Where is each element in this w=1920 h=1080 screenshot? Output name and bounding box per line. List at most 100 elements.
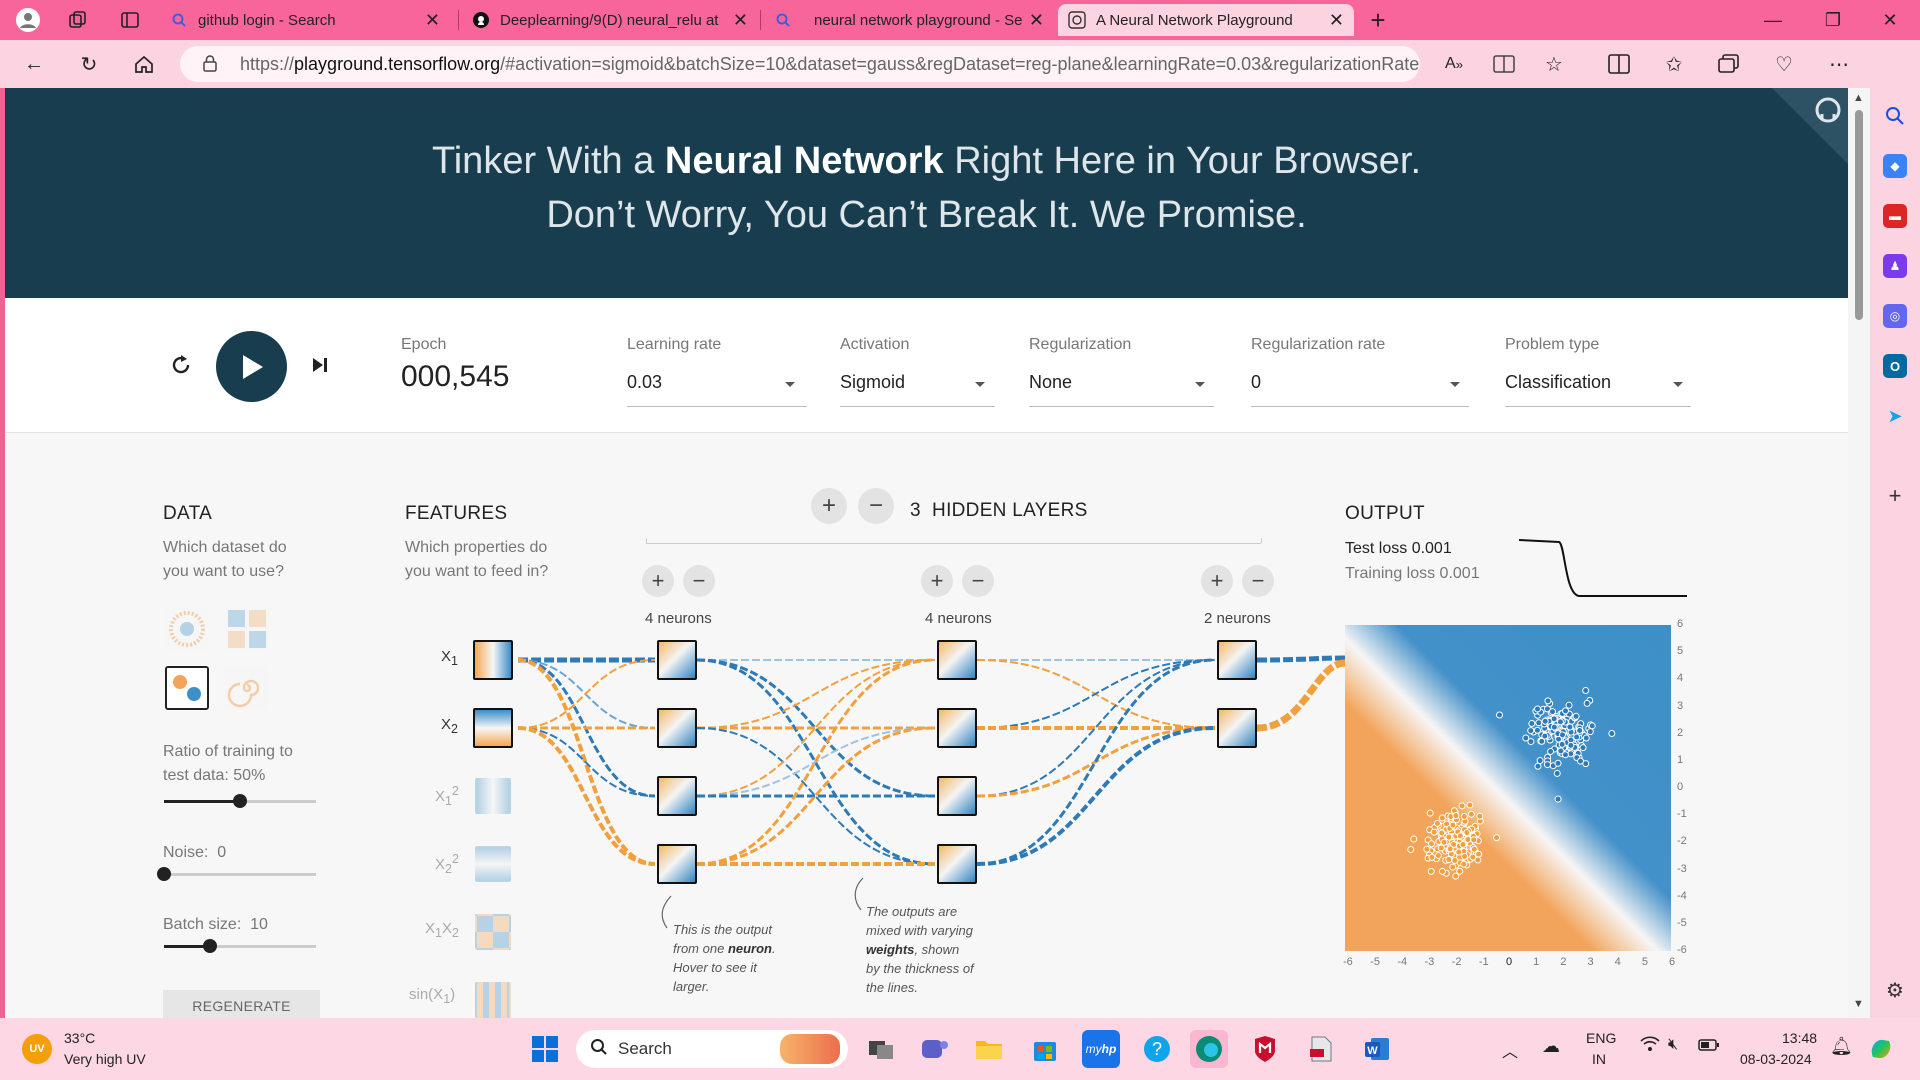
add-neuron-button[interactable]: + [921, 565, 953, 597]
page-scrollbar[interactable]: ▲ ▼ [1848, 88, 1870, 1018]
tab-neural-network-playground[interactable]: A Neural Network Playground ✕ [1058, 4, 1354, 36]
new-tab-icon[interactable]: + [1360, 4, 1396, 36]
meet-icon[interactable] [916, 1030, 954, 1068]
neuron[interactable] [937, 776, 977, 816]
regenerate-button[interactable]: REGENERATE [163, 990, 320, 1018]
word-icon[interactable]: W [1358, 1030, 1396, 1068]
neuron[interactable] [1217, 708, 1257, 748]
toolbox-icon[interactable]: ▬ [1883, 204, 1907, 228]
tab-playground-search[interactable]: neural network playground - Sea ✕ [764, 4, 1054, 36]
feature-x2-node[interactable] [473, 708, 513, 748]
edge-browser-icon[interactable] [1190, 1030, 1228, 1068]
neuron[interactable] [657, 640, 697, 680]
pdf-reader-icon[interactable] [1302, 1030, 1340, 1068]
volume-muted-icon[interactable]: 🔇︎ [1668, 1036, 1678, 1054]
learning-rate-select[interactable]: 0.03 [627, 372, 662, 393]
neuron[interactable] [657, 708, 697, 748]
tab-github-repo[interactable]: Deeplearning/9(D) neural_relu at ✕ [462, 4, 758, 36]
remove-layer-button[interactable]: − [858, 488, 894, 524]
add-neuron-button[interactable]: + [642, 565, 674, 597]
scroll-down-arrow-icon[interactable]: ▼ [1853, 998, 1864, 1010]
myhp-icon[interactable]: my hp [1082, 1030, 1120, 1068]
url-field[interactable]: https://playground.tensorflow.org/#activ… [180, 46, 1420, 82]
ratio-slider-handle[interactable] [233, 794, 247, 808]
feature-x1-node[interactable] [473, 640, 513, 680]
copilot-icon[interactable]: ◎ [1883, 304, 1907, 328]
mcafee-icon[interactable] [1246, 1030, 1284, 1068]
dataset-gauss-thumb[interactable] [165, 666, 209, 710]
minimize-icon[interactable]: — [1743, 0, 1803, 40]
scroll-up-arrow-icon[interactable]: ▲ [1853, 92, 1864, 104]
immersive-reader-icon[interactable] [1488, 48, 1520, 80]
weather-temp[interactable]: 33°C [64, 1030, 95, 1046]
regularization-rate-select[interactable]: 0 [1251, 372, 1261, 393]
refresh-icon[interactable]: ↻ [73, 48, 105, 80]
remove-neuron-button[interactable]: − [962, 565, 994, 597]
taskbar-search-box[interactable]: Search [576, 1030, 848, 1068]
wifi-icon[interactable] [1640, 1036, 1660, 1057]
send-icon[interactable]: ➤ [1883, 404, 1907, 428]
file-explorer-icon[interactable] [970, 1030, 1008, 1068]
close-icon[interactable]: ✕ [1029, 10, 1044, 31]
scrollbar-thumb[interactable] [1855, 110, 1863, 320]
search-icon[interactable] [1883, 104, 1907, 128]
reset-icon[interactable] [168, 352, 194, 378]
tab-github-search[interactable]: github login - Search ✕ [160, 4, 450, 36]
back-arrow-icon[interactable]: ← [18, 48, 50, 80]
favorite-star-icon[interactable]: ☆ [1538, 48, 1570, 80]
noise-slider-handle[interactable] [157, 867, 171, 881]
show-hidden-icons-chevron-icon[interactable]: ︿ [1502, 1038, 1518, 1062]
close-icon[interactable]: ✕ [1329, 10, 1344, 31]
feature-sin-x1-node[interactable] [475, 982, 511, 1018]
copilot-taskbar-icon[interactable] [1862, 1030, 1900, 1068]
more-options-icon[interactable]: ⋯ [1823, 48, 1855, 80]
dataset-xor-thumb[interactable] [225, 607, 269, 651]
battery-icon[interactable] [1698, 1038, 1720, 1056]
home-icon[interactable] [128, 48, 160, 80]
feature-x1x2-node[interactable] [475, 914, 511, 950]
activation-select[interactable]: Sigmoid [840, 372, 905, 393]
neuron[interactable] [1217, 640, 1257, 680]
clock-time[interactable]: 13:48 [1782, 1030, 1817, 1046]
settings-gear-icon[interactable]: ⚙ [1883, 978, 1907, 1002]
windows-start-icon[interactable] [526, 1030, 564, 1068]
browser-essentials-icon[interactable]: ♡ [1768, 48, 1800, 80]
feature-x1-squared-node[interactable] [475, 778, 511, 814]
split-screen-icon[interactable] [1603, 48, 1635, 80]
add-icon[interactable]: + [1883, 483, 1907, 508]
games-icon[interactable]: ♟ [1883, 254, 1907, 278]
microsoft-store-icon[interactable] [1026, 1030, 1064, 1068]
help-icon[interactable]: ? [1138, 1030, 1176, 1068]
batch-slider-handle[interactable] [202, 939, 217, 953]
shopping-tag-icon[interactable]: ◆ [1883, 154, 1907, 178]
restore-icon[interactable]: ❐ [1803, 0, 1863, 40]
neuron[interactable] [937, 844, 977, 884]
onedrive-cloud-icon[interactable]: ☁ [1542, 1036, 1560, 1057]
step-icon[interactable] [309, 354, 331, 376]
dataset-circle-thumb[interactable] [165, 607, 209, 651]
problem-type-select[interactable]: Classification [1505, 372, 1611, 393]
close-window-icon[interactable]: ✕ [1860, 0, 1920, 40]
regularization-select[interactable]: None [1029, 372, 1072, 393]
neuron[interactable] [657, 844, 697, 884]
remove-neuron-button[interactable]: − [1242, 565, 1274, 597]
language-bottom[interactable]: IN [1592, 1051, 1606, 1067]
language-top[interactable]: ENG [1586, 1030, 1616, 1046]
weather-desc[interactable]: Very high UV [64, 1051, 146, 1067]
tab-actions-icon[interactable] [112, 4, 148, 36]
clock-date[interactable]: 08-03-2024 [1740, 1051, 1812, 1067]
collections-icon[interactable] [1713, 48, 1745, 80]
github-corner-icon[interactable] [1772, 88, 1848, 164]
feature-x2-squared-node[interactable] [475, 846, 511, 882]
neuron[interactable] [937, 708, 977, 748]
remove-neuron-button[interactable]: − [683, 565, 715, 597]
workspaces-icon[interactable] [60, 4, 96, 36]
close-icon[interactable]: ✕ [425, 10, 440, 31]
profile-icon[interactable] [10, 4, 46, 36]
add-layer-button[interactable]: + [811, 488, 847, 524]
weather-icon[interactable]: UV [22, 1034, 52, 1064]
outlook-icon[interactable]: O [1883, 354, 1907, 378]
notification-bell-icon[interactable]: 🔔︎ [1830, 1036, 1853, 1057]
play-button[interactable] [216, 331, 287, 402]
task-view-icon[interactable] [862, 1030, 900, 1068]
